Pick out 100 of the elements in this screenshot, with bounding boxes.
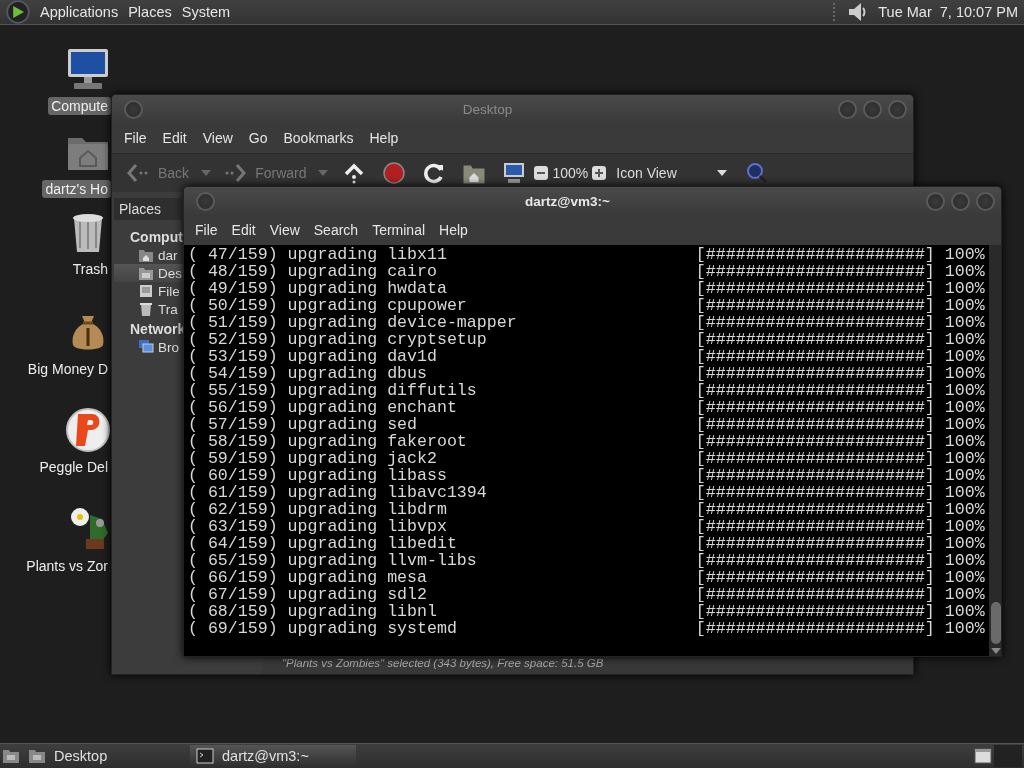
terminal-text: ( 63/159) upgrading libvpx: [188, 518, 448, 535]
status-text: "Plants vs Zombies" selected (343 bytes), Free space: 51.5 GB: [282, 657, 604, 669]
sidebar-item[interactable]: Bro: [158, 339, 179, 355]
taskbar-button[interactable]: Desktop: [22, 745, 188, 767]
progress-text: [######################]: [695, 535, 935, 552]
drive-icon[interactable]: [138, 283, 154, 299]
menu-item[interactable]: Edit: [154, 130, 195, 146]
logo-icon[interactable]: [6, 0, 30, 24]
terminal-text: ( 60/159) upgrading libass: [188, 467, 448, 484]
terminal-text: ( 56/159) upgrading enchant: [188, 399, 458, 416]
progress-text: [######################]: [695, 586, 935, 603]
percent-text: 100%: [944, 467, 985, 484]
progress-text: [######################]: [695, 433, 935, 450]
terminal-text: ( 50/159) upgrading cpupower: [188, 297, 468, 314]
network-icon[interactable]: [138, 339, 154, 355]
terminal-text: ( 68/159) upgrading libnl: [188, 603, 438, 620]
terminal-text: ( 58/159) upgrading fakeroot: [188, 433, 468, 450]
ball-icon[interactable]: [64, 406, 112, 454]
show-desktop-icon[interactable]: [2, 748, 20, 764]
progress-text: [######################]: [695, 348, 935, 365]
percent-text: 100%: [944, 518, 985, 535]
menu-item[interactable]: View: [262, 222, 307, 238]
percent-text: 100%: [944, 450, 985, 467]
terminal-text: ( 47/159) upgrading libx11: [188, 246, 448, 263]
percent-text: 100%: [944, 433, 985, 450]
terminal-text: ( 69/159) upgrading systemd: [188, 620, 458, 637]
window-title: dartz@vm3:~: [524, 193, 611, 209]
progress-text: [######################]: [695, 263, 935, 280]
sidebar-item[interactable]: File: [158, 283, 180, 299]
taskbar-button[interactable]: dartz@vm3:~: [190, 745, 356, 767]
window-list-icon[interactable]: [974, 748, 992, 764]
progress-text: [######################]: [695, 382, 935, 399]
scrollbar[interactable]: [988, 245, 1001, 656]
trash-icon[interactable]: [138, 301, 154, 317]
caret-icon[interactable]: [716, 170, 727, 176]
sidebar-item[interactable]: dar: [158, 247, 178, 263]
folder-icon[interactable]: [28, 748, 46, 764]
percent-text: 100%: [944, 331, 985, 348]
percent-text: 100%: [944, 246, 985, 263]
view-dropdown[interactable]: Icon View: [616, 165, 727, 181]
progress-text: [######################]: [695, 297, 935, 314]
zoom-in-button[interactable]: [592, 166, 607, 180]
sidebar-item[interactable]: Tra: [158, 301, 178, 317]
menu-item[interactable]: Help: [432, 222, 475, 238]
menu-item[interactable]: View: [194, 130, 241, 146]
percent-text: 100%: [944, 484, 985, 501]
percent-text: 100%: [944, 603, 985, 620]
clock[interactable]: Tue Mar 7, 10:07 PM: [878, 4, 1018, 20]
scroll-thumb[interactable]: [990, 602, 1001, 644]
stop-icon[interactable]: [382, 161, 407, 185]
panel-menu[interactable]: Applications: [40, 4, 119, 20]
progress-text: [######################]: [695, 365, 935, 382]
desktop-icon-label[interactable]: Plants vs Zor: [23, 557, 111, 575]
terminal-icon[interactable]: [196, 748, 214, 764]
window-title: Desktop: [461, 101, 514, 117]
menu-item[interactable]: Terminal: [365, 222, 433, 238]
percent-text: 100%: [944, 348, 985, 365]
menu-item[interactable]: Edit: [224, 222, 263, 238]
terminal-text: ( 54/159) upgrading dbus: [188, 365, 428, 382]
menu-item[interactable]: Bookmarks: [275, 130, 362, 146]
desktop-icon-label[interactable]: Trash: [69, 260, 111, 278]
progress-text: [######################]: [695, 603, 935, 620]
search-icon[interactable]: [744, 161, 769, 185]
terminal-text: ( 49/159) upgrading hwdata: [188, 280, 448, 297]
panel-menu[interactable]: Places: [128, 4, 172, 20]
desktop-icon-label[interactable]: Compute: [48, 97, 111, 115]
computer-icon[interactable]: [502, 161, 527, 185]
desktop-icon-label[interactable]: Big Money D: [24, 360, 111, 378]
percent-text: 100%: [944, 535, 985, 552]
menu-item[interactable]: Search: [306, 222, 366, 238]
progress-text: [######################]: [695, 399, 935, 416]
section-heading: Network: [130, 321, 186, 337]
menu-item[interactable]: File: [116, 130, 155, 146]
zoom-level: 100%: [552, 165, 589, 181]
caret-icon[interactable]: [990, 648, 1001, 654]
folder-icon[interactable]: [138, 265, 154, 281]
percent-text: 100%: [944, 569, 985, 586]
menu-item[interactable]: Help: [361, 130, 407, 146]
places-dropdown[interactable]: Places: [114, 198, 182, 220]
terminal-text: ( 59/159) upgrading jack2: [188, 450, 438, 467]
percent-text: 100%: [944, 501, 985, 518]
progress-text: [######################]: [695, 416, 935, 433]
percent-text: 100%: [944, 552, 985, 569]
percent-text: 100%: [944, 314, 985, 331]
terminal-text: ( 64/159) upgrading libedit: [188, 535, 458, 552]
desktop-icon-label[interactable]: Peggle Del: [36, 458, 111, 476]
percent-text: 100%: [944, 382, 985, 399]
section-heading: Comput: [130, 229, 183, 245]
terminal-text: ( 66/159) upgrading mesa: [188, 569, 428, 586]
sidebar-item[interactable]: Des: [158, 265, 182, 281]
home-folder-icon[interactable]: [138, 247, 154, 263]
progress-text: [######################]: [695, 450, 935, 467]
workspace-switcher[interactable]: [994, 745, 1022, 767]
progress-text: [######################]: [695, 246, 935, 263]
terminal-text: ( 62/159) upgrading libdrm: [188, 501, 448, 518]
menu-item[interactable]: File: [188, 222, 225, 238]
desktop-icon-label[interactable]: dartz's Ho: [42, 180, 111, 198]
zoom-out-button[interactable]: [534, 166, 549, 180]
menu-item[interactable]: Go: [240, 130, 276, 146]
panel-menu[interactable]: System: [181, 4, 231, 20]
